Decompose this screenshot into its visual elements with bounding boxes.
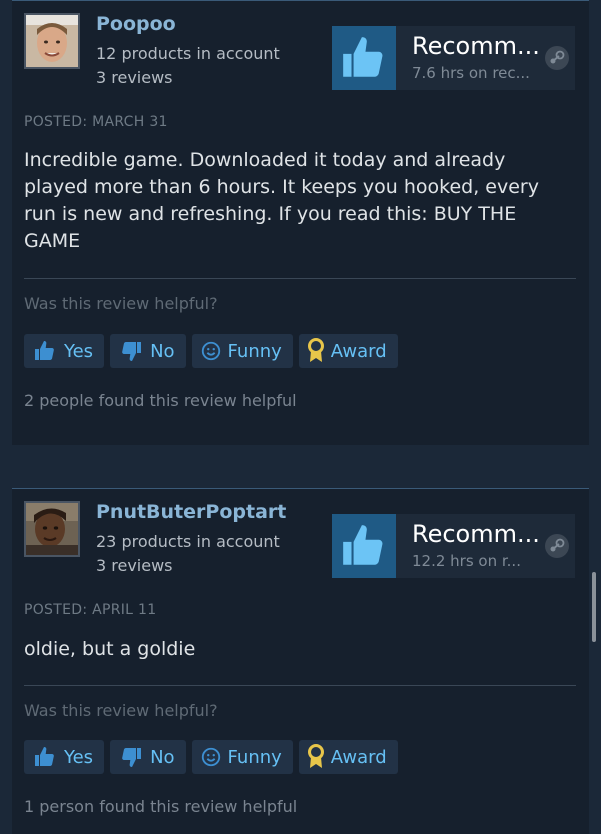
username[interactable]: PnutButerPoptart: [96, 501, 286, 523]
vote-buttons: Yes No Funny Award: [24, 334, 398, 368]
scrollbar[interactable]: [592, 572, 596, 642]
playtime: 12.2 hrs on r...: [412, 552, 521, 570]
products-count[interactable]: 12 products in account: [96, 42, 280, 66]
playtime: 7.6 hrs on rec...: [412, 64, 530, 82]
posted-date: POSTED: MARCH 31: [24, 114, 168, 130]
funny-label: Funny: [227, 746, 282, 768]
thumbs-up-icon: [35, 341, 54, 360]
vote-buttons: Yes No Funny Award: [24, 740, 398, 774]
posted-date: POSTED: APRIL 11: [24, 602, 157, 618]
recommendation-box[interactable]: Recomm... 12.2 hrs on r...: [332, 514, 575, 578]
helpful-question: Was this review helpful?: [24, 294, 218, 313]
funny-label: Funny: [227, 340, 282, 362]
smiley-icon: [201, 341, 220, 361]
no-label: No: [150, 340, 175, 362]
review-card: PnutButerPoptart 23 products in account …: [12, 488, 589, 834]
reviews-count[interactable]: 3 reviews: [96, 554, 280, 578]
reviews-count[interactable]: 3 reviews: [96, 66, 280, 90]
award-ribbon-icon: [307, 744, 324, 768]
products-count[interactable]: 23 products in account: [96, 530, 280, 554]
steam-icon: [545, 534, 569, 558]
thumbs-down-icon: [122, 748, 142, 767]
steam-icon: [545, 46, 569, 70]
thumbs-up-icon: [35, 747, 54, 766]
award-label: Award: [330, 746, 387, 768]
review-text: Incredible game. Downloaded it today and…: [24, 149, 539, 252]
award-button[interactable]: Award: [298, 740, 398, 774]
award-button[interactable]: Award: [298, 334, 398, 368]
award-ribbon-icon: [307, 338, 324, 362]
divider: [24, 685, 576, 686]
thumbs-down-icon: [122, 342, 142, 361]
recommendation-label: Recomm...: [412, 520, 540, 548]
thumbs-up-icon: [332, 514, 396, 578]
no-button[interactable]: No: [110, 334, 186, 368]
review-text: oldie, but a goldie: [24, 638, 196, 660]
award-label: Award: [330, 340, 387, 362]
helpful-question: Was this review helpful?: [24, 701, 218, 720]
review-card: Poopoo 12 products in account 3 reviews …: [12, 0, 589, 445]
helpful-count: 1 person found this review helpful: [24, 797, 298, 816]
helpful-count: 2 people found this review helpful: [24, 391, 297, 410]
recommendation-label: Recomm...: [412, 32, 540, 60]
avatar[interactable]: [24, 13, 80, 69]
yes-button[interactable]: Yes: [24, 334, 105, 368]
yes-button[interactable]: Yes: [24, 740, 105, 774]
smiley-icon: [201, 747, 220, 767]
no-button[interactable]: No: [110, 740, 186, 774]
no-label: No: [150, 746, 175, 768]
thumbs-up-icon: [332, 26, 396, 90]
divider: [24, 278, 576, 279]
avatar[interactable]: [24, 501, 80, 557]
yes-label: Yes: [64, 340, 94, 362]
funny-button[interactable]: Funny: [191, 740, 293, 774]
yes-label: Yes: [64, 746, 94, 768]
funny-button[interactable]: Funny: [191, 334, 293, 368]
username[interactable]: Poopoo: [96, 13, 176, 35]
recommendation-box[interactable]: Recomm... 7.6 hrs on rec...: [332, 26, 575, 90]
